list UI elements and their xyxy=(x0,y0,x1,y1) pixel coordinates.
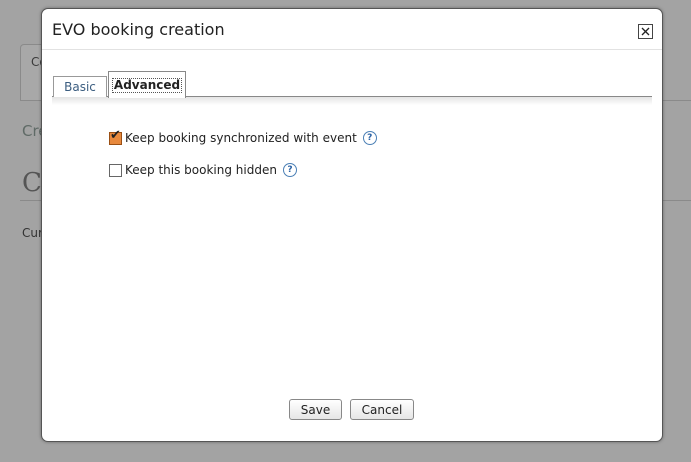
background-text: Cur xyxy=(22,226,43,240)
close-icon xyxy=(641,27,650,36)
tab-bar: Basic Advanced xyxy=(52,71,652,105)
hidden-option: Keep this booking hidden ? xyxy=(109,163,297,177)
tab-shadow xyxy=(52,97,652,105)
cancel-button[interactable]: Cancel xyxy=(350,399,414,420)
help-icon[interactable]: ? xyxy=(282,163,297,177)
hidden-label[interactable]: Keep this booking hidden xyxy=(125,163,277,177)
tab-basic[interactable]: Basic xyxy=(53,76,107,97)
dialog-title: EVO booking creation xyxy=(52,20,225,39)
hidden-checkbox[interactable] xyxy=(109,163,122,177)
sync-label[interactable]: Keep booking synchronized with event xyxy=(125,131,357,145)
booking-dialog: EVO booking creation Basic Advanced ✔ Ke… xyxy=(41,8,663,442)
background-heading: C xyxy=(22,168,42,198)
tab-advanced[interactable]: Advanced xyxy=(108,71,186,98)
close-button[interactable] xyxy=(638,24,653,39)
help-icon[interactable]: ? xyxy=(362,131,377,145)
save-button[interactable]: Save xyxy=(289,399,342,420)
tab-advanced-label: Advanced xyxy=(111,77,183,93)
checkmark-icon: ✔ xyxy=(110,127,121,143)
sync-checkbox[interactable]: ✔ xyxy=(109,127,122,145)
sync-option: ✔ Keep booking synchronized with event ? xyxy=(109,127,377,145)
title-divider xyxy=(42,49,662,50)
tab-basic-label: Basic xyxy=(64,80,96,94)
